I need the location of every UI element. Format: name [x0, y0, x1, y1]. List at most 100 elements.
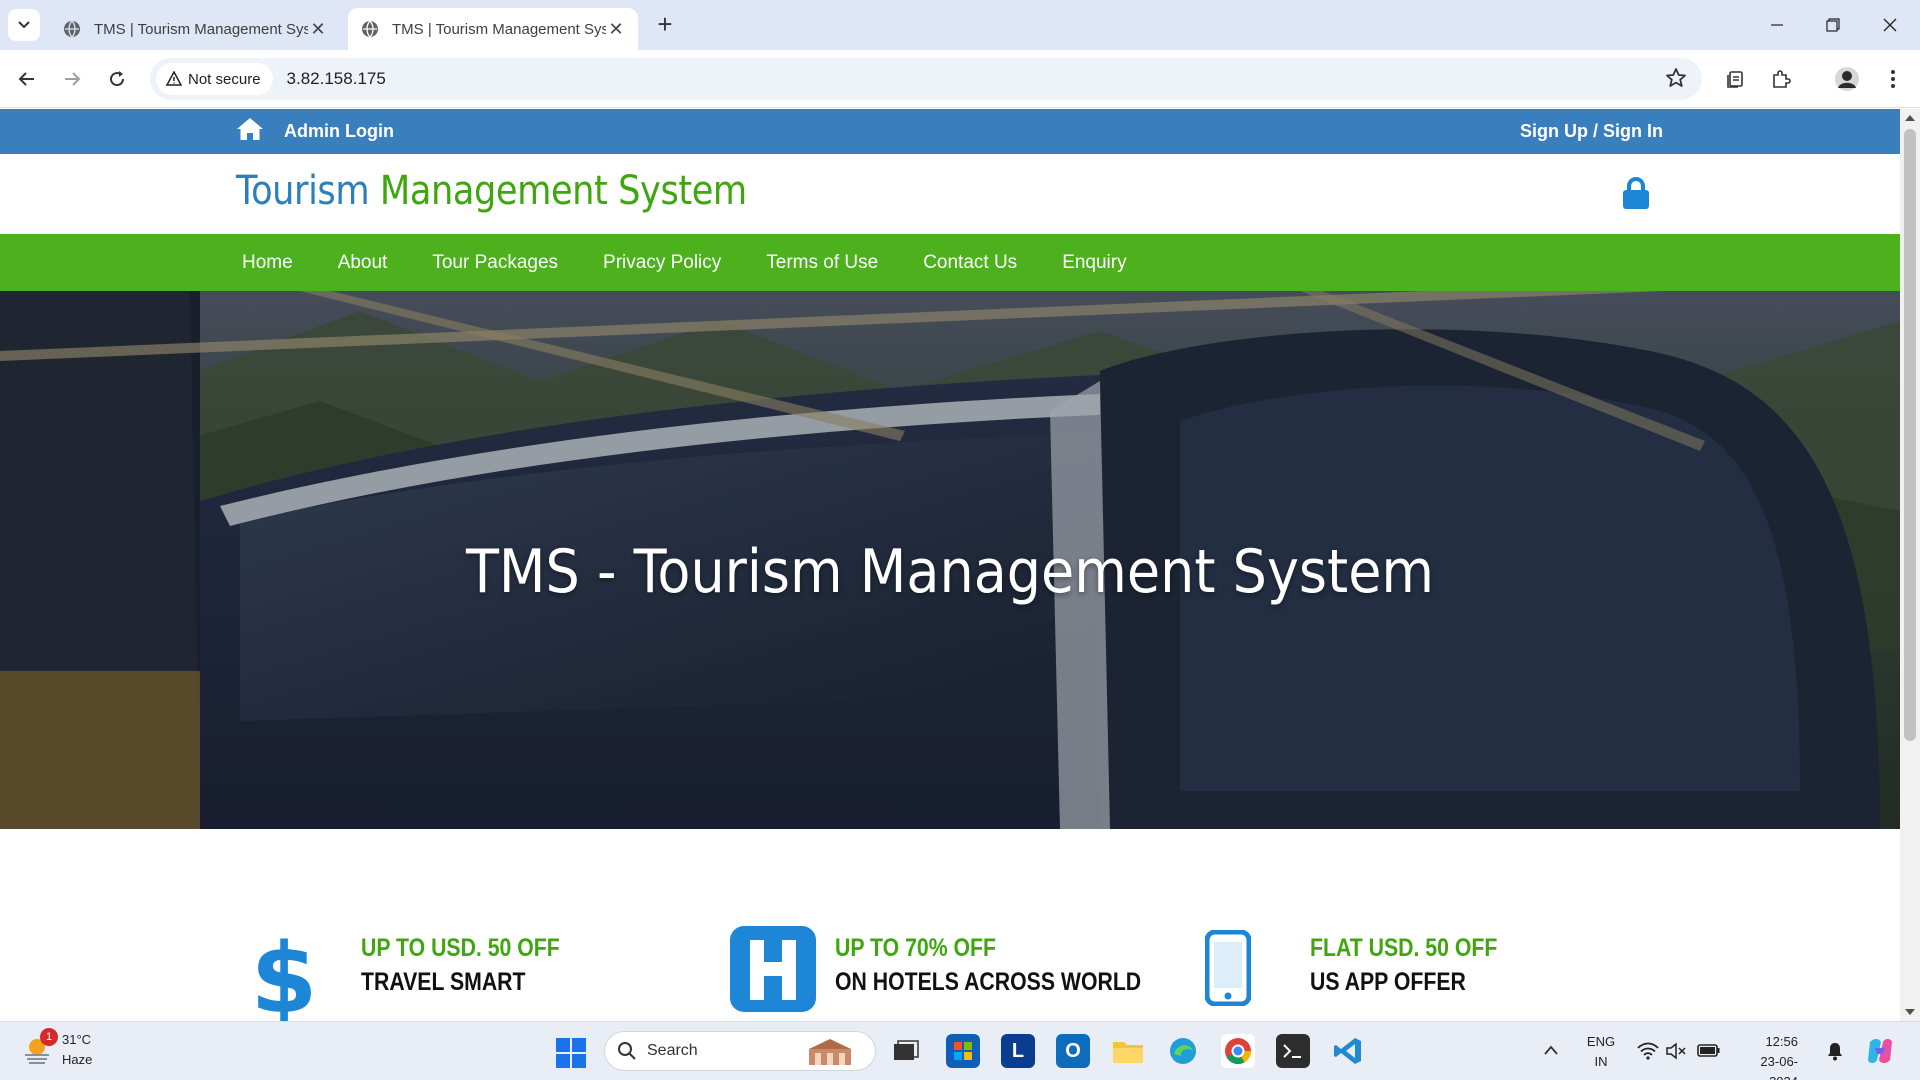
minimize-icon [1771, 24, 1783, 26]
scrollbar-thumb[interactable] [1904, 129, 1916, 741]
tab-search-button[interactable] [8, 9, 40, 41]
lock-icon[interactable] [1622, 176, 1650, 210]
site-logo[interactable]: Tourism Management System [236, 168, 747, 214]
scroll-up-arrow[interactable] [1905, 115, 1915, 121]
nav-enquiry[interactable]: Enquiry [1062, 252, 1126, 274]
offer-headline: UP TO USD. 50 OFF [361, 934, 560, 962]
taskbar-search[interactable]: Search [604, 1031, 876, 1071]
weather-condition: Haze [62, 1052, 93, 1067]
avatar-icon [1835, 67, 1859, 91]
site-info-button[interactable]: Not secure [156, 63, 273, 95]
close-tab-icon[interactable]: ✕ [308, 19, 328, 39]
browser-tab-1[interactable]: TMS | Tourism Management System ✕ [50, 8, 340, 50]
outlook-icon[interactable]: O [1056, 1034, 1090, 1068]
vscode-icon[interactable] [1331, 1034, 1365, 1068]
offer-subline: TRAVEL SMART [361, 968, 526, 996]
tab-title: TMS | Tourism Management System [392, 20, 606, 38]
reading-mode-button[interactable] [1718, 62, 1752, 96]
close-window-button[interactable] [1870, 8, 1910, 42]
weather-badge: 1 [40, 1028, 58, 1046]
url-text: 3.82.158.175 [286, 69, 386, 88]
site-header: Tourism Management System [0, 154, 1900, 234]
offer-app: FLAT USD. 50 OFF US APP OFFER [1205, 924, 1625, 1021]
system-clock[interactable]: 12:56 23-06-2024 [1734, 1032, 1798, 1080]
copilot-icon[interactable] [1865, 1036, 1895, 1066]
minimize-button[interactable] [1757, 8, 1797, 42]
new-tab-button[interactable]: + [650, 10, 680, 40]
l-app-icon[interactable]: L [1001, 1034, 1035, 1068]
main-navigation: Home About Tour Packages Privacy Policy … [0, 234, 1900, 291]
offer-subline: US APP OFFER [1310, 968, 1466, 996]
dollar-icon: $ [256, 924, 312, 1021]
clock-date: 23-06-2024 [1760, 1054, 1798, 1080]
offer-travel-smart: $ UP TO USD. 50 OFF TRAVEL SMART [256, 924, 676, 1021]
reload-button[interactable] [100, 62, 134, 96]
nav-terms-of-use[interactable]: Terms of Use [766, 252, 878, 274]
language-indicator[interactable]: ENG IN [1584, 1032, 1618, 1072]
browser-tab-2[interactable]: TMS | Tourism Management System ✕ [348, 8, 638, 50]
weather-widget[interactable]: 1 31°C Haze [22, 1028, 93, 1070]
mobile-icon [1205, 930, 1251, 1006]
page-scrollbar[interactable] [1900, 109, 1920, 1021]
browser-tab-strip: TMS | Tourism Management System ✕ TMS | … [0, 0, 1920, 50]
chevron-down-icon [18, 21, 30, 29]
search-placeholder: Search [647, 1042, 698, 1059]
wifi-icon[interactable] [1637, 1042, 1659, 1060]
home-icon[interactable] [236, 116, 264, 142]
bookmark-button[interactable] [1664, 66, 1688, 95]
hero-title: TMS - Tourism Management System [465, 537, 1435, 607]
task-view-icon[interactable] [889, 1034, 923, 1068]
volume-muted-icon[interactable] [1665, 1042, 1687, 1060]
logo-part-management: Management System [379, 168, 747, 214]
notification-bell-icon[interactable] [1826, 1041, 1844, 1061]
nav-about[interactable]: About [338, 252, 388, 274]
logo-part-tourism: Tourism [236, 168, 370, 214]
security-label: Not secure [188, 70, 261, 88]
nav-tour-packages[interactable]: Tour Packages [432, 252, 558, 274]
chrome-icon[interactable] [1221, 1034, 1255, 1068]
arrow-left-icon [18, 72, 34, 86]
scroll-down-arrow[interactable] [1905, 1009, 1915, 1015]
terminal-icon[interactable] [1276, 1034, 1310, 1068]
browser-menu-button[interactable] [1876, 62, 1910, 96]
hero-banner: TMS - Tourism Management System [0, 291, 1900, 829]
close-tab-icon[interactable]: ✕ [606, 19, 626, 39]
nav-home[interactable]: Home [242, 252, 293, 274]
windows-start-icon[interactable] [556, 1038, 586, 1068]
admin-login-link[interactable]: Admin Login [284, 121, 394, 142]
nav-contact-us[interactable]: Contact Us [923, 252, 1017, 274]
search-highlight-icon [809, 1039, 851, 1065]
hotel-icon [730, 926, 816, 1012]
globe-icon [64, 20, 80, 38]
battery-icon[interactable] [1697, 1041, 1721, 1059]
warning-icon [166, 71, 182, 86]
reload-icon [110, 71, 125, 87]
tab-copy-icon [1727, 71, 1743, 88]
puzzle-icon [1773, 70, 1791, 88]
extensions-button[interactable] [1764, 62, 1798, 96]
address-bar[interactable]: Not secure 3.82.158.175 [150, 58, 1702, 100]
windows-taskbar: 1 31°C Haze Search L O ENG IN 12:56 23-0… [0, 1021, 1920, 1080]
clock-time: 12:56 [1765, 1034, 1798, 1049]
search-icon [618, 1042, 636, 1060]
profile-avatar[interactable] [1830, 62, 1864, 96]
offer-headline: UP TO 70% OFF [835, 934, 996, 962]
close-icon [1883, 18, 1897, 32]
arrow-right-icon [65, 72, 81, 86]
restore-icon [1826, 18, 1840, 32]
language-line1: ENG [1586, 1034, 1616, 1049]
kebab-menu-icon [1891, 70, 1895, 88]
microsoft-store-icon[interactable] [946, 1034, 980, 1068]
web-page: Admin Login Sign Up / Sign In Tourism Ma… [0, 109, 1900, 1021]
restore-button[interactable] [1813, 8, 1853, 42]
offer-subline: ON HOTELS ACROSS WORLD [835, 968, 1142, 996]
offer-hotels: UP TO 70% OFF ON HOTELS ACROSS WORLD [730, 924, 1170, 1021]
signup-signin-link[interactable]: Sign Up / Sign In [1520, 121, 1663, 142]
chevron-up-icon[interactable] [1543, 1044, 1559, 1056]
forward-button[interactable] [55, 62, 89, 96]
nav-privacy-policy[interactable]: Privacy Policy [603, 252, 721, 274]
browser-toolbar: Not secure 3.82.158.175 [0, 50, 1920, 108]
edge-icon[interactable] [1166, 1034, 1200, 1068]
file-explorer-icon[interactable] [1111, 1034, 1145, 1068]
back-button[interactable] [10, 62, 44, 96]
